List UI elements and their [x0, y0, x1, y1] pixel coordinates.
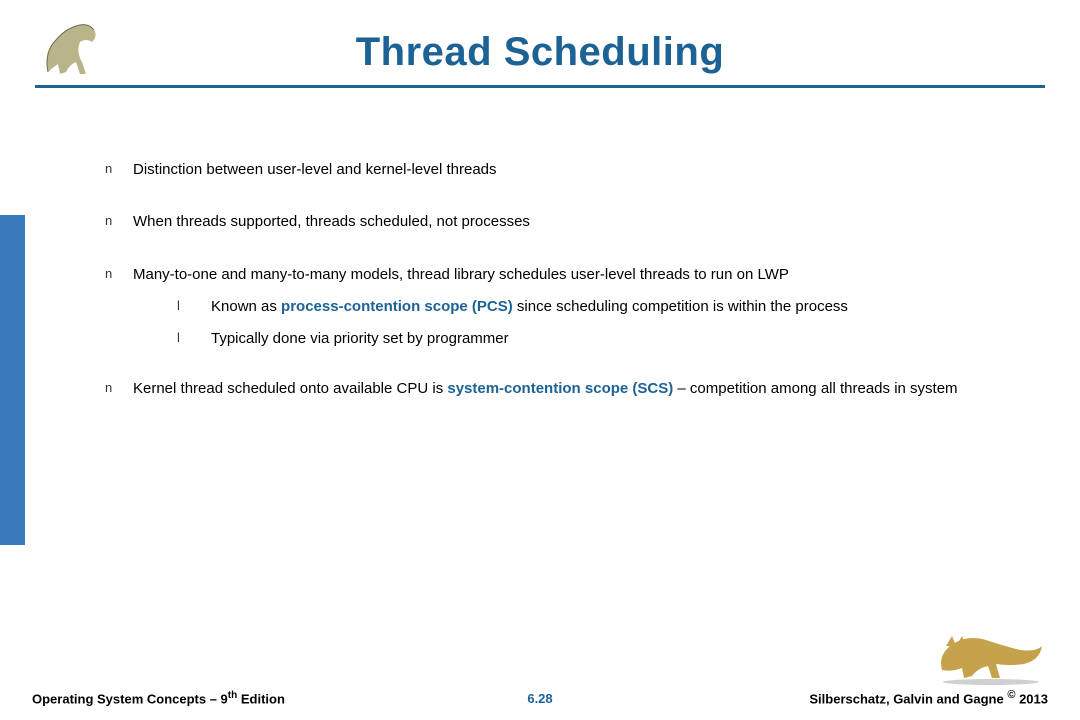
sub-bullet-item: l Typically done via priority set by pro… [177, 329, 1040, 349]
text-run: – competition among all threads in syste… [673, 380, 957, 397]
title-area: Thread Scheduling [0, 0, 1080, 88]
bullet-glyph-lvl1: n [105, 160, 133, 178]
footer: Operating System Concepts – 9th Edition … [0, 689, 1080, 706]
footer-book-title-a: Operating System Concepts – 9 [32, 691, 228, 706]
footer-right: Silberschatz, Galvin and Gagne © 2013 [809, 689, 1048, 706]
bullet-glyph-lvl1: n [105, 265, 133, 283]
bullet-glyph-lvl1: n [105, 212, 133, 230]
term-scs: system-contention scope (SCS) [447, 380, 673, 397]
bullet-glyph-lvl2: l [177, 329, 211, 347]
text-run: since scheduling competition is within t… [513, 298, 848, 315]
bullet-item: n Many-to-one and many-to-many models, t… [105, 265, 1040, 350]
content-area: n Distinction between user-level and ker… [105, 160, 1040, 432]
footer-left: Operating System Concepts – 9th Edition [32, 690, 285, 706]
bullet-item: n Kernel thread scheduled onto available… [105, 379, 1040, 399]
footer-authors: Silberschatz, Galvin and Gagne [809, 691, 1007, 706]
bullet-text: Many-to-one and many-to-many models, thr… [133, 265, 1040, 350]
left-accent-bar [0, 215, 25, 545]
sub-bullet-text: Typically done via priority set by progr… [211, 329, 1040, 349]
bullet-text-run: Many-to-one and many-to-many models, thr… [133, 266, 789, 283]
footer-year: 2013 [1015, 691, 1048, 706]
footer-ordinal: th [228, 690, 237, 701]
bullet-item: n Distinction between user-level and ker… [105, 160, 1040, 180]
title-underline [35, 85, 1045, 88]
bullet-glyph-lvl2: l [177, 297, 211, 315]
dinosaur-bottom-icon [936, 626, 1046, 686]
slide-title: Thread Scheduling [0, 30, 1080, 75]
bullet-glyph-lvl1: n [105, 379, 133, 397]
text-run: Known as [211, 298, 281, 315]
bullet-item: n When threads supported, threads schedu… [105, 212, 1040, 232]
bullet-text: Distinction between user-level and kerne… [133, 160, 1040, 180]
footer-book-title-b: Edition [237, 691, 285, 706]
footer-page-number: 6.28 [527, 691, 552, 706]
sub-bullet-text: Known as process-contention scope (PCS) … [211, 297, 1040, 317]
term-pcs: process-contention scope (PCS) [281, 298, 513, 315]
bullet-text: When threads supported, threads schedule… [133, 212, 1040, 232]
sub-bullet-item: l Known as process-contention scope (PCS… [177, 297, 1040, 317]
text-run: Kernel thread scheduled onto available C… [133, 380, 447, 397]
bullet-text: Kernel thread scheduled onto available C… [133, 379, 1040, 399]
